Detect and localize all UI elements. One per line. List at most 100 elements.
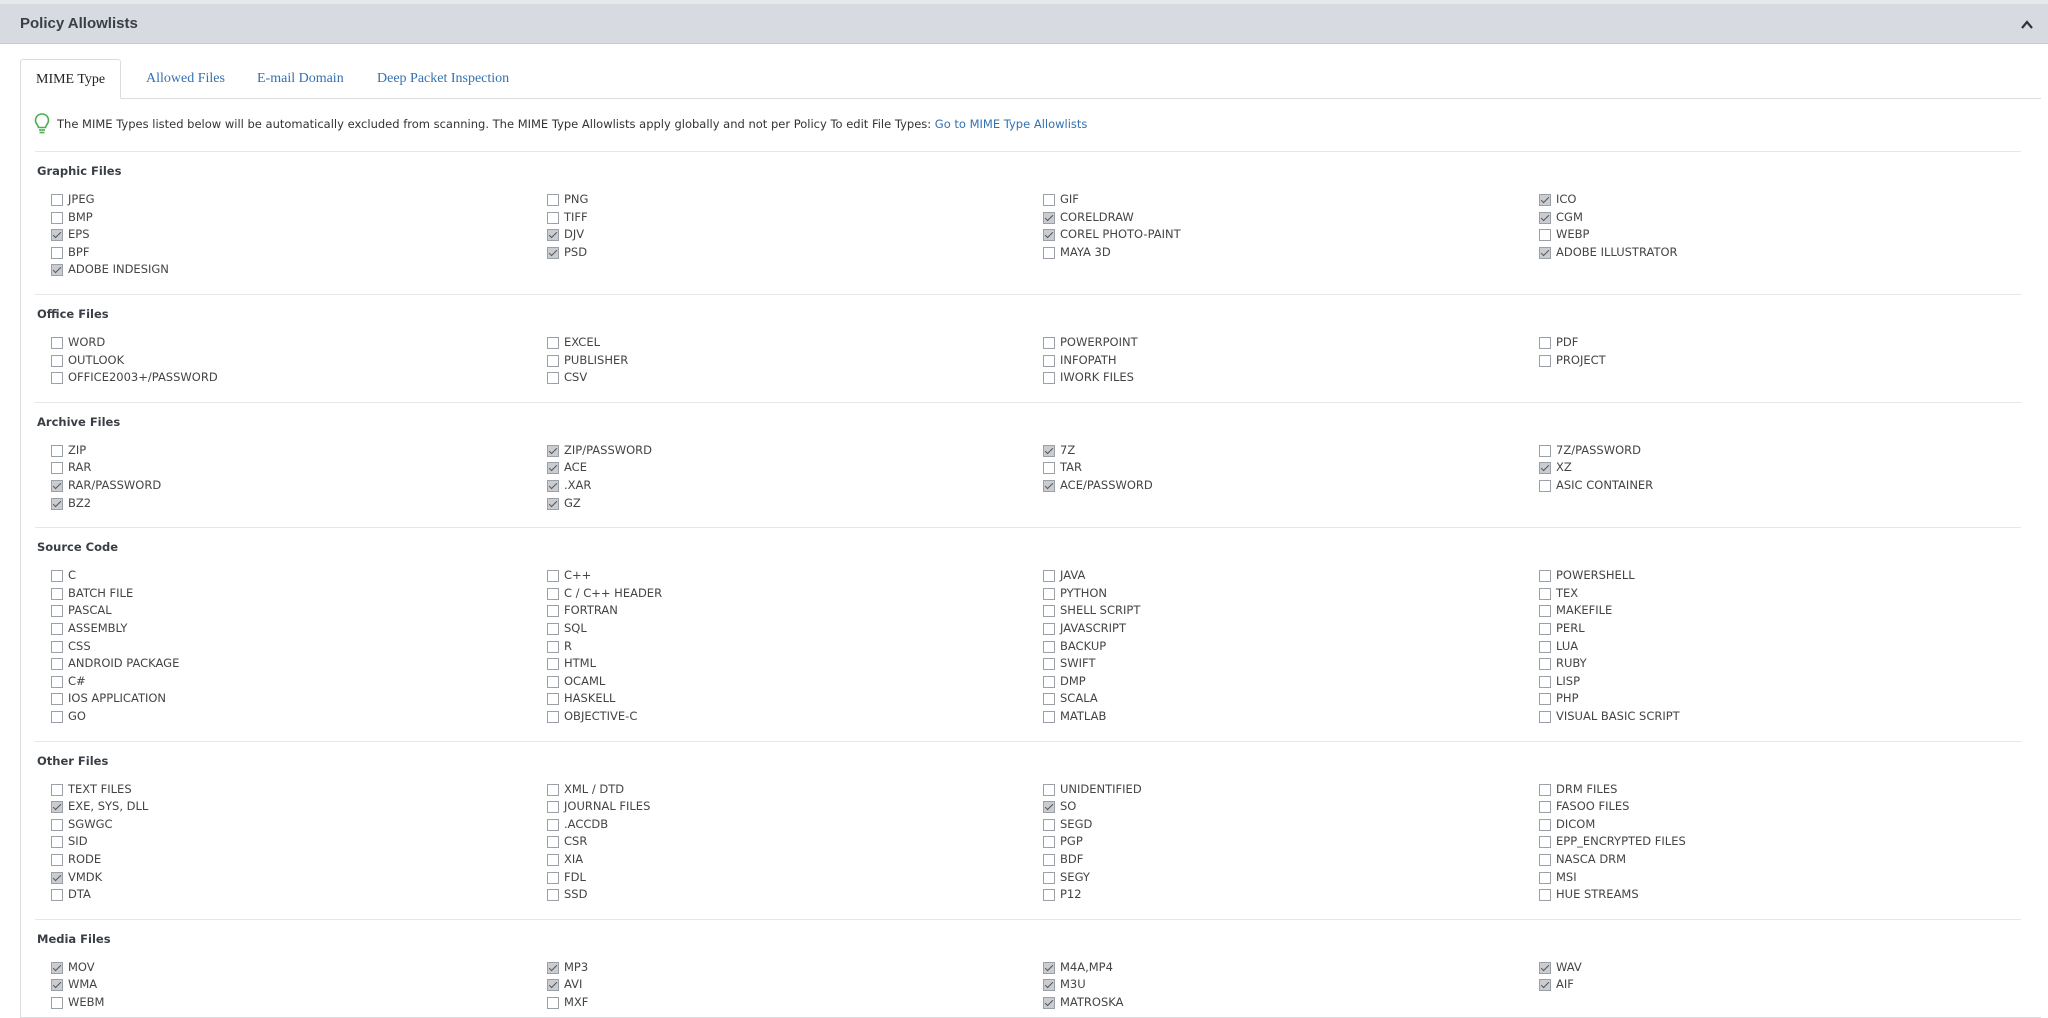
checkbox-checked[interactable] — [51, 229, 63, 242]
checkbox-unchecked[interactable] — [1043, 889, 1055, 902]
checkbox-checked[interactable] — [547, 497, 559, 510]
checkbox-unchecked[interactable] — [51, 693, 63, 706]
checkbox-unchecked[interactable] — [1539, 570, 1551, 583]
checkbox-unchecked[interactable] — [51, 570, 63, 583]
checkbox-unchecked[interactable] — [1043, 570, 1055, 583]
checkbox-checked[interactable] — [51, 264, 63, 277]
checkbox-unchecked[interactable] — [51, 337, 63, 349]
checkbox-unchecked[interactable] — [547, 605, 559, 618]
checkbox-unchecked[interactable] — [1539, 836, 1551, 849]
checkbox-unchecked[interactable] — [1043, 354, 1055, 367]
checkbox-unchecked[interactable] — [1539, 605, 1551, 618]
checkbox-unchecked[interactable] — [1043, 372, 1055, 385]
checkbox-unchecked[interactable] — [51, 854, 63, 866]
checkbox-unchecked[interactable] — [1043, 675, 1055, 688]
checkbox-unchecked[interactable] — [547, 997, 559, 1009]
checkbox-unchecked[interactable] — [1539, 354, 1551, 367]
checkbox-unchecked[interactable] — [547, 675, 559, 688]
checkbox-checked[interactable] — [1043, 480, 1055, 492]
checkbox-checked[interactable] — [1043, 229, 1055, 242]
chevron-up-icon[interactable] — [2020, 18, 2034, 32]
checkbox-checked[interactable] — [51, 480, 63, 492]
checkbox-checked[interactable] — [1539, 462, 1551, 475]
tab-allowed-files[interactable]: Allowed Files — [131, 59, 240, 99]
checkbox-unchecked[interactable] — [51, 640, 63, 653]
checkbox-checked[interactable] — [547, 229, 559, 242]
checkbox-checked[interactable] — [1043, 444, 1055, 457]
checkbox-checked[interactable] — [51, 497, 63, 510]
checkbox-checked[interactable] — [547, 480, 559, 492]
checkbox-checked[interactable] — [1539, 961, 1551, 974]
checkbox-checked[interactable] — [547, 462, 559, 475]
checkbox-unchecked[interactable] — [1043, 783, 1055, 796]
checkbox-unchecked[interactable] — [51, 211, 63, 224]
checkbox-unchecked[interactable] — [1539, 480, 1551, 492]
checkbox-unchecked[interactable] — [51, 623, 63, 635]
checkbox-checked[interactable] — [547, 246, 559, 259]
checkbox-unchecked[interactable] — [547, 801, 559, 814]
checkbox-unchecked[interactable] — [1539, 801, 1551, 814]
checkbox-checked[interactable] — [51, 961, 63, 974]
panel-header[interactable]: Policy Allowlists — [0, 4, 2048, 44]
checkbox-unchecked[interactable] — [547, 711, 559, 723]
checkbox-checked[interactable] — [1539, 211, 1551, 224]
checkbox-unchecked[interactable] — [547, 889, 559, 902]
checkbox-unchecked[interactable] — [1043, 693, 1055, 706]
checkbox-unchecked[interactable] — [51, 836, 63, 849]
checkbox-unchecked[interactable] — [51, 372, 63, 385]
checkbox-unchecked[interactable] — [547, 337, 559, 349]
checkbox-unchecked[interactable] — [51, 194, 63, 206]
checkbox-checked[interactable] — [1539, 246, 1551, 259]
tab-mime-type[interactable]: MIME Type — [20, 59, 122, 99]
checkbox-unchecked[interactable] — [1043, 871, 1055, 884]
checkbox-unchecked[interactable] — [547, 354, 559, 367]
checkbox-unchecked[interactable] — [547, 640, 559, 653]
checkbox-checked[interactable] — [51, 801, 63, 814]
checkbox-unchecked[interactable] — [1043, 836, 1055, 849]
checkbox-checked[interactable] — [1043, 961, 1055, 974]
checkbox-unchecked[interactable] — [547, 693, 559, 706]
checkbox-checked[interactable] — [51, 871, 63, 884]
checkbox-unchecked[interactable] — [1539, 711, 1551, 723]
checkbox-checked[interactable] — [1539, 194, 1551, 206]
checkbox-unchecked[interactable] — [547, 211, 559, 224]
checkbox-unchecked[interactable] — [1539, 623, 1551, 635]
checkbox-unchecked[interactable] — [547, 658, 559, 671]
checkbox-unchecked[interactable] — [547, 623, 559, 635]
checkbox-unchecked[interactable] — [547, 836, 559, 849]
checkbox-unchecked[interactable] — [51, 997, 63, 1009]
checkbox-unchecked[interactable] — [1043, 640, 1055, 653]
checkbox-unchecked[interactable] — [51, 889, 63, 902]
checkbox-unchecked[interactable] — [547, 570, 559, 583]
checkbox-unchecked[interactable] — [1539, 693, 1551, 706]
checkbox-checked[interactable] — [1043, 997, 1055, 1009]
checkbox-unchecked[interactable] — [51, 354, 63, 367]
mime-type-allowlists-link[interactable]: Go to MIME Type Allowlists — [935, 117, 1088, 131]
checkbox-unchecked[interactable] — [1043, 854, 1055, 866]
checkbox-checked[interactable] — [1043, 801, 1055, 814]
checkbox-unchecked[interactable] — [547, 587, 559, 600]
checkbox-unchecked[interactable] — [1539, 444, 1551, 457]
checkbox-unchecked[interactable] — [51, 605, 63, 618]
checkbox-unchecked[interactable] — [1043, 246, 1055, 259]
checkbox-checked[interactable] — [1043, 211, 1055, 224]
checkbox-unchecked[interactable] — [1043, 462, 1055, 475]
checkbox-unchecked[interactable] — [51, 818, 63, 831]
checkbox-checked[interactable] — [1043, 979, 1055, 992]
checkbox-unchecked[interactable] — [547, 871, 559, 884]
checkbox-unchecked[interactable] — [547, 854, 559, 866]
checkbox-unchecked[interactable] — [1539, 229, 1551, 242]
checkbox-unchecked[interactable] — [1539, 640, 1551, 653]
checkbox-unchecked[interactable] — [1539, 871, 1551, 884]
checkbox-unchecked[interactable] — [1539, 675, 1551, 688]
checkbox-checked[interactable] — [547, 444, 559, 457]
checkbox-unchecked[interactable] — [1043, 194, 1055, 206]
checkbox-unchecked[interactable] — [1043, 623, 1055, 635]
checkbox-unchecked[interactable] — [51, 675, 63, 688]
checkbox-unchecked[interactable] — [1043, 658, 1055, 671]
checkbox-unchecked[interactable] — [51, 711, 63, 723]
checkbox-unchecked[interactable] — [1539, 587, 1551, 600]
checkbox-unchecked[interactable] — [1539, 818, 1551, 831]
checkbox-unchecked[interactable] — [547, 372, 559, 385]
checkbox-unchecked[interactable] — [1539, 854, 1551, 866]
